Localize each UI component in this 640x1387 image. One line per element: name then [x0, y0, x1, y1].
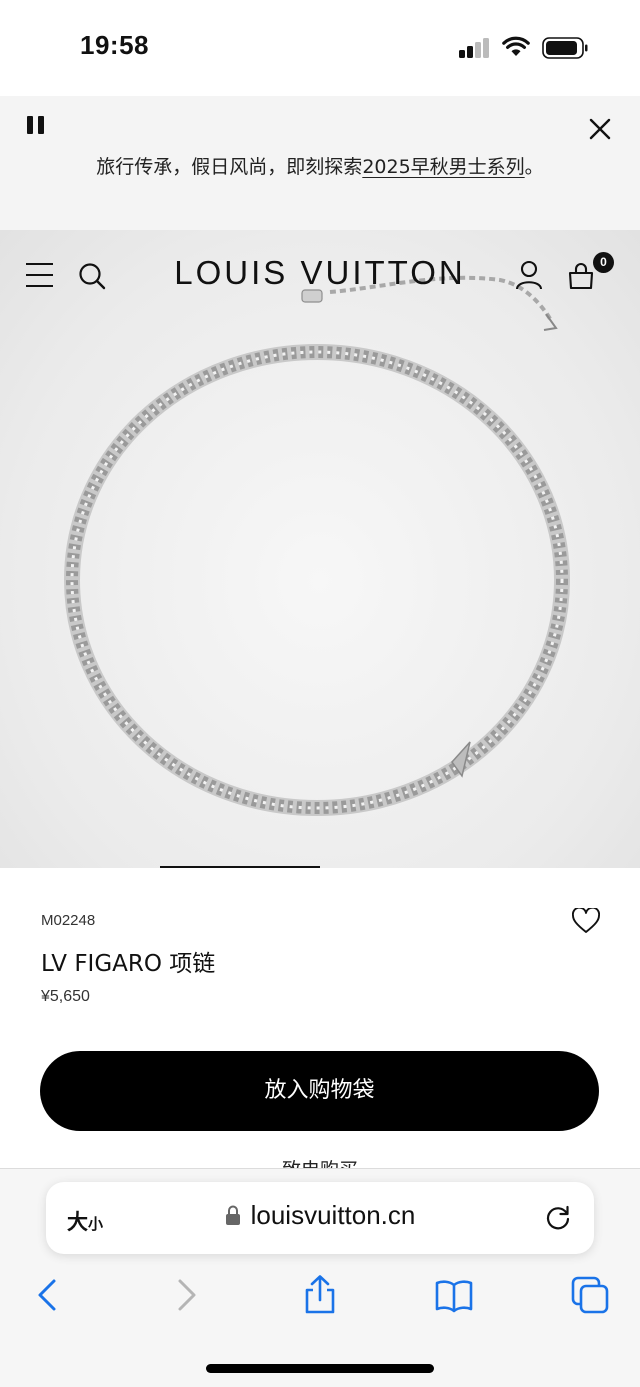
product-image-carousel[interactable]	[0, 230, 640, 868]
wifi-icon	[502, 36, 530, 56]
account-icon[interactable]	[515, 260, 543, 290]
banner-text-prefix: 旅行传承，假日风尚，即刻探索	[96, 156, 363, 178]
product-price: ¥5,650	[41, 988, 90, 1005]
home-indicator	[206, 1364, 434, 1373]
bag-count-badge: 0	[593, 252, 614, 273]
back-icon[interactable]	[28, 1275, 68, 1315]
product-sku: M02248	[41, 912, 96, 929]
banner-collection-link[interactable]: 2025早秋男士系列	[362, 156, 524, 178]
pause-icon[interactable]	[27, 116, 45, 134]
reload-icon[interactable]	[544, 1204, 572, 1232]
cellular-signal-icon	[459, 38, 491, 58]
url-text: louisvuitton.cn	[250, 1200, 416, 1230]
heart-icon[interactable]	[572, 908, 600, 934]
status-time: 19:58	[80, 30, 149, 60]
carousel-active-dot	[160, 866, 320, 868]
share-icon[interactable]	[300, 1275, 340, 1315]
tabs-icon[interactable]	[570, 1275, 610, 1315]
carousel-indicator	[0, 866, 640, 869]
status-bar: 19:58	[0, 0, 640, 96]
banner-message: 旅行传承，假日风尚，即刻探索2025早秋男士系列。	[0, 152, 640, 179]
forward-icon[interactable]	[166, 1275, 206, 1315]
brand-logo[interactable]: LOUIS VUITTON	[0, 254, 640, 292]
bookmarks-icon[interactable]	[434, 1275, 474, 1315]
add-to-bag-button[interactable]: 放入购物袋	[40, 1051, 599, 1131]
battery-icon	[542, 37, 588, 59]
banner-text-suffix: 。	[524, 156, 544, 178]
necklace-product-image	[64, 275, 570, 816]
product-name: LV FIGARO 项链	[41, 951, 216, 977]
lock-icon	[225, 1205, 240, 1225]
shopping-bag-icon[interactable]	[567, 262, 595, 290]
close-icon[interactable]	[588, 117, 612, 141]
